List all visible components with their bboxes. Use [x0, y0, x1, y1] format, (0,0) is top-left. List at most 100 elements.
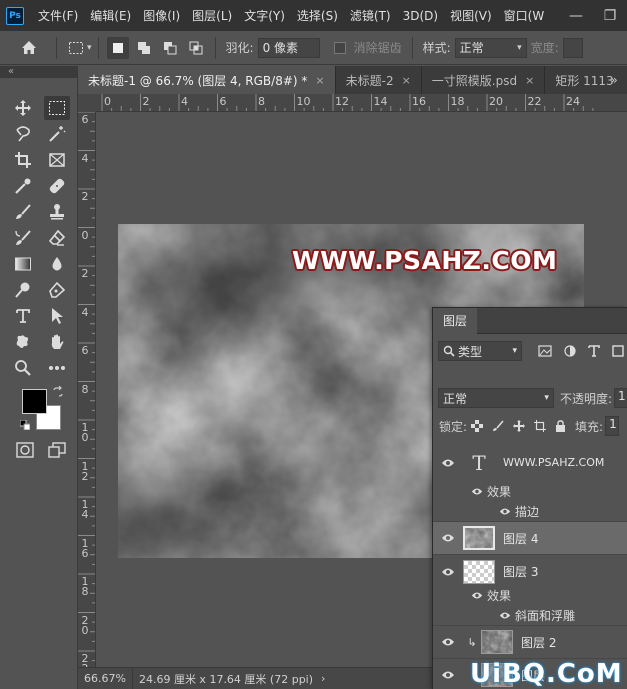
stamp-icon: [50, 204, 64, 220]
visibility-toggle[interactable]: [433, 567, 463, 577]
ruler-origin[interactable]: [78, 94, 96, 112]
gradient-tool[interactable]: [10, 252, 36, 276]
visibility-toggle[interactable]: [433, 507, 511, 516]
swap-colors-icon[interactable]: [52, 385, 64, 398]
fill-input[interactable]: 1: [605, 416, 620, 436]
visibility-toggle[interactable]: [433, 637, 463, 647]
opacity-input[interactable]: 1: [614, 388, 627, 408]
tab-overflow-button[interactable]: »: [601, 66, 627, 94]
visibility-toggle[interactable]: [433, 670, 463, 680]
dodge-tool[interactable]: [10, 278, 36, 302]
add-selection-button[interactable]: [133, 37, 155, 59]
feather-input[interactable]: 0 像素: [257, 37, 320, 58]
blur-tool[interactable]: [44, 252, 70, 276]
eye-icon: [499, 508, 511, 514]
path-selection-tool[interactable]: [44, 304, 70, 328]
restore-button[interactable]: ❐: [593, 8, 627, 24]
chevron-down-icon[interactable]: ▾: [87, 43, 92, 53]
visibility-toggle[interactable]: [433, 458, 463, 468]
frame-tool[interactable]: [44, 148, 70, 172]
layer-row-layer-2[interactable]: ↳ 图层 2: [433, 626, 627, 659]
subtract-selection-button[interactable]: [159, 37, 181, 59]
intersect-selection-button[interactable]: [185, 37, 207, 59]
quick-mask-button[interactable]: [12, 438, 38, 462]
healing-brush-tool[interactable]: [44, 174, 70, 198]
menu-type[interactable]: 文字(Y): [244, 7, 285, 24]
menu-image[interactable]: 图像(I): [143, 7, 180, 24]
lock-pixels-icon[interactable]: [492, 420, 504, 432]
layer-row-text[interactable]: T WWW.PSAHZ.COM: [433, 446, 627, 479]
home-button[interactable]: [18, 37, 40, 59]
zoom-tool[interactable]: [10, 356, 36, 380]
eyedropper-tool[interactable]: [10, 174, 36, 198]
layer-effects-row[interactable]: 效果: [433, 587, 627, 604]
chevron-right-icon[interactable]: ›: [321, 672, 325, 685]
visibility-toggle[interactable]: [433, 533, 463, 543]
menu-view[interactable]: 视图(V): [450, 7, 492, 24]
visibility-toggle[interactable]: [433, 487, 483, 496]
width-input[interactable]: [562, 37, 583, 58]
menu-edit[interactable]: 编辑(E): [90, 7, 131, 24]
menu-window[interactable]: 窗口(W: [504, 7, 545, 24]
shape-tool[interactable]: [10, 330, 36, 354]
hand-tool[interactable]: [44, 330, 70, 354]
screen-mode-button[interactable]: [44, 438, 70, 462]
layer-effects-row[interactable]: 效果: [433, 483, 627, 500]
menu-layer[interactable]: 图层(L): [192, 7, 232, 24]
lock-all-icon[interactable]: [555, 420, 566, 432]
zoom-level[interactable]: 66.67%: [78, 668, 133, 689]
menu-3d[interactable]: 3D(D): [403, 9, 438, 23]
layer-row-layer-3[interactable]: 图层 3: [433, 555, 627, 588]
type-tool[interactable]: [10, 304, 36, 328]
canvas-text-layer[interactable]: WWW.PSAHZ.COM: [292, 246, 557, 275]
move-tool[interactable]: [10, 96, 36, 120]
marquee-preset-button[interactable]: [65, 37, 87, 59]
adjustment-filter-icon[interactable]: [564, 345, 576, 357]
tab-untitled-2[interactable]: 未标题-2 ×: [336, 66, 422, 94]
tab-layers[interactable]: 图层: [433, 308, 478, 334]
visibility-toggle[interactable]: [433, 591, 483, 600]
shape-filter-icon[interactable]: [612, 345, 624, 357]
toolbar-collapse[interactable]: «: [0, 66, 77, 78]
layer-effect-item[interactable]: 描边: [433, 501, 627, 522]
rect-marquee-tool[interactable]: [44, 96, 70, 120]
close-icon[interactable]: ×: [402, 74, 411, 87]
tab-untitled-1[interactable]: 未标题-1 @ 66.7% (图层 4, RGB/8#) * ×: [78, 66, 336, 94]
layer-effect-item[interactable]: 斜面和浮雕: [433, 605, 627, 626]
magic-wand-tool[interactable]: [44, 122, 70, 146]
pixel-filter-icon[interactable]: [538, 345, 552, 357]
foreground-color-swatch[interactable]: [22, 389, 47, 414]
brush-tool[interactable]: [10, 200, 36, 224]
eraser-tool[interactable]: [44, 226, 70, 250]
type-filter-icon[interactable]: [588, 345, 600, 357]
close-icon[interactable]: ×: [315, 74, 324, 87]
lasso-tool[interactable]: [10, 122, 36, 146]
vertical-ruler[interactable]: 6420246810121416182022: [78, 112, 96, 667]
horizontal-ruler[interactable]: 0 2 4 6 8 10 12 14 16 18 20 22 24: [78, 94, 627, 112]
lock-transparent-icon[interactable]: [471, 420, 484, 432]
gradient-icon: [15, 257, 31, 271]
antialias-checkbox[interactable]: [333, 41, 346, 54]
lock-position-icon[interactable]: [513, 420, 526, 432]
blend-mode-select[interactable]: 正常 ▾: [438, 388, 554, 408]
default-colors-icon[interactable]: [19, 419, 31, 431]
visibility-toggle[interactable]: [433, 611, 511, 620]
menu-select[interactable]: 选择(S): [297, 7, 338, 24]
lock-artboard-icon[interactable]: [534, 420, 547, 432]
width-label: 宽度:: [530, 41, 559, 55]
layer-filter-select[interactable]: 类型 ▾: [438, 341, 522, 361]
crop-tool[interactable]: [10, 148, 36, 172]
tab-template-psd[interactable]: 一寸照模版.psd ×: [422, 66, 546, 94]
style-select[interactable]: 正常 ▾: [454, 37, 527, 58]
minimize-button[interactable]: —: [559, 8, 593, 24]
layer-row-layer-4[interactable]: 图层 4: [433, 522, 627, 555]
photoshop-logo[interactable]: Ps: [6, 6, 24, 25]
pen-tool[interactable]: [44, 278, 70, 302]
more-tools-button[interactable]: [44, 356, 70, 380]
close-icon[interactable]: ×: [525, 74, 534, 87]
new-selection-button[interactable]: [106, 36, 129, 59]
clone-stamp-tool[interactable]: [44, 200, 70, 224]
history-brush-tool[interactable]: [10, 226, 36, 250]
menu-file[interactable]: 文件(F): [38, 7, 78, 24]
menu-filter[interactable]: 滤镜(T): [350, 7, 391, 24]
